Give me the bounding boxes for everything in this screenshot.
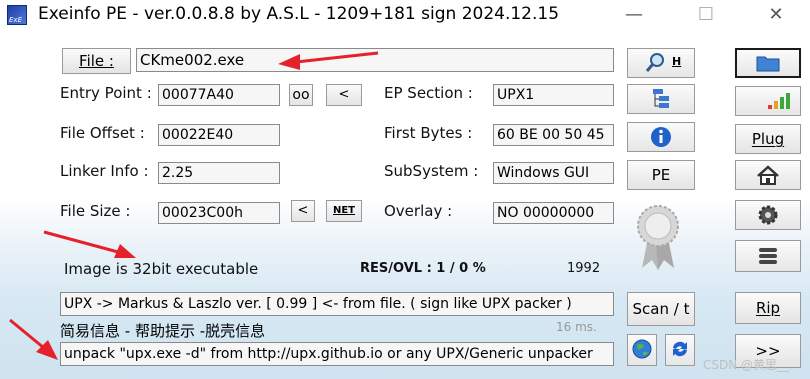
refresh-button[interactable] xyxy=(665,334,695,366)
scan-button[interactable]: Scan / t xyxy=(627,292,695,326)
info-button[interactable] xyxy=(627,122,695,152)
subsystem-label: SubSystem : xyxy=(384,162,479,180)
refresh-icon xyxy=(673,341,687,357)
pe-button[interactable]: PE xyxy=(627,160,695,190)
file-button-label: File : xyxy=(79,52,114,70)
window-title: Exeinfo PE - ver.0.0.8.8 by A.S.L - 1209… xyxy=(38,4,560,24)
tree-view-button[interactable] xyxy=(627,84,695,114)
magnifier-icon xyxy=(645,53,664,72)
exeinfo-window: ExE Exeinfo PE - ver.0.0.8.8 by A.S.L - … xyxy=(0,0,810,379)
app-icon-text: ExE xyxy=(9,16,22,24)
unpack-hint-field[interactable]: unpack "upx.exe -d" from http://upx.gith… xyxy=(60,342,614,366)
file-size-label: File Size : xyxy=(60,202,131,220)
first-bytes-field[interactable]: 60 BE 00 50 45 xyxy=(493,124,614,146)
home-button[interactable] xyxy=(735,160,801,190)
info-icon xyxy=(651,127,671,147)
globe-icon xyxy=(632,339,652,359)
app-icon: ExE xyxy=(7,5,27,25)
entry-point-field[interactable]: 00077A40 xyxy=(158,84,280,106)
rip-button-label: Rip xyxy=(755,299,781,317)
watermark-text: CSDN @黄思__ xyxy=(703,358,790,372)
oo-button[interactable]: oo xyxy=(289,84,313,106)
close-button[interactable]: ✕ xyxy=(754,0,798,30)
overlay-label: Overlay : xyxy=(384,202,453,220)
linker-info-field[interactable]: 2.25 xyxy=(158,162,280,184)
minimize-button[interactable]: — xyxy=(612,0,656,30)
search-button[interactable]: H xyxy=(627,48,695,78)
menu-button[interactable] xyxy=(735,240,801,272)
search-hotkey-label: H xyxy=(672,55,682,68)
rip-button[interactable]: Rip xyxy=(735,292,801,324)
first-bytes-label: First Bytes : xyxy=(384,124,473,142)
net-button[interactable]: NET xyxy=(326,200,362,222)
gear-icon xyxy=(758,205,778,225)
ep-section-field[interactable]: UPX1 xyxy=(493,84,614,106)
linker-info-label: Linker Info : xyxy=(60,162,149,180)
chinese-info-text: 简易信息 - 帮助提示 -脱壳信息 xyxy=(60,322,266,340)
stack-icon xyxy=(759,248,777,264)
file-button[interactable]: File : xyxy=(62,48,131,74)
arrow-annotation-image xyxy=(43,230,136,258)
net-button-label: NET xyxy=(332,205,356,216)
overlay-field[interactable]: NO 00000000 xyxy=(493,202,614,224)
maximize-button[interactable]: ☐ xyxy=(684,0,728,30)
entry-point-label: Entry Point : xyxy=(60,84,152,102)
stats-button[interactable] xyxy=(735,86,801,116)
title-bar: ExE Exeinfo PE - ver.0.0.8.8 by A.S.L - … xyxy=(0,0,810,30)
arrow-annotation-hint xyxy=(9,318,58,360)
award-badge-icon xyxy=(637,205,679,270)
scan-time-text: 16 ms. xyxy=(556,320,597,334)
settings-button[interactable] xyxy=(735,200,801,230)
year-text: 1992 xyxy=(567,261,601,276)
web-button[interactable] xyxy=(627,334,657,366)
plug-button[interactable]: Plug xyxy=(735,124,801,154)
subsystem-field[interactable]: Windows GUI xyxy=(493,162,614,184)
arrow-annotation-file xyxy=(278,51,379,70)
tree-icon xyxy=(653,89,669,108)
file-size-back-button[interactable]: < xyxy=(291,200,315,222)
file-offset-label: File Offset : xyxy=(60,124,145,142)
entry-point-back-button[interactable]: < xyxy=(326,84,362,106)
ep-section-label: EP Section : xyxy=(384,84,473,102)
folder-icon xyxy=(756,56,780,72)
detection-field[interactable]: UPX -> Markus & Laszlo ver. [ 0.99 ] <- … xyxy=(60,292,614,316)
plug-button-label: Plug xyxy=(751,130,785,148)
home-icon xyxy=(757,165,779,185)
signal-bars-icon xyxy=(768,93,790,109)
open-folder-button[interactable] xyxy=(735,48,801,78)
file-offset-field[interactable]: 00022E40 xyxy=(158,124,280,146)
res-ovl-text: RES/OVL : 1 / 0 % xyxy=(360,261,486,276)
file-size-field[interactable]: 00023C00h xyxy=(158,202,280,224)
